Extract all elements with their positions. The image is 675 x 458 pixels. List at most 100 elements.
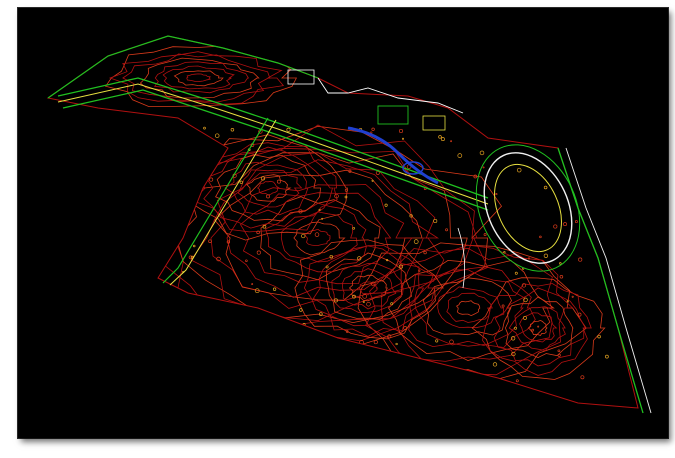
- feature-mark: [192, 244, 196, 248]
- feature-mark: [197, 308, 202, 312]
- feature-mark: [503, 251, 506, 254]
- feature-mark: [566, 300, 569, 303]
- feature-mark: [514, 271, 518, 275]
- contour-line: [455, 300, 481, 317]
- track-margin: [475, 144, 581, 272]
- feature-mark: [605, 354, 609, 359]
- contour-line: [215, 154, 322, 222]
- contour-line: [493, 287, 587, 367]
- feature-mark: [295, 372, 299, 376]
- feature-mark: [588, 153, 592, 157]
- contour-line: [293, 221, 346, 256]
- feature-mark: [597, 334, 601, 339]
- feature-mark: [423, 250, 427, 255]
- feature-mark: [375, 170, 380, 175]
- feature-mark: [610, 204, 615, 208]
- feature-mark: [482, 166, 485, 169]
- feature-mark: [373, 340, 378, 345]
- feature-mark: [352, 226, 356, 230]
- feature-mark: [539, 235, 542, 239]
- feature-mark: [196, 189, 201, 193]
- feature-mark: [438, 135, 442, 139]
- feature-mark: [230, 128, 235, 132]
- feature-mark: [209, 177, 214, 182]
- feature-mark: [557, 349, 561, 353]
- east-road-a: [557, 147, 644, 414]
- feature-mark: [209, 150, 212, 153]
- contour-line: [422, 277, 512, 336]
- feature-mark: [322, 372, 327, 377]
- feature-mark: [543, 185, 548, 190]
- feature-mark: [395, 342, 398, 346]
- feature-mark: [516, 167, 522, 173]
- feature-mark: [179, 354, 184, 359]
- building-c: [422, 115, 446, 131]
- feature-mark: [531, 328, 535, 332]
- feature-mark: [192, 299, 195, 303]
- feature-mark: [362, 294, 368, 299]
- feature-mark: [214, 158, 219, 163]
- feature-mark: [272, 287, 277, 291]
- feature-mark: [446, 365, 449, 368]
- feature-mark: [580, 375, 585, 380]
- feature-mark: [559, 275, 564, 279]
- feature-mark: [301, 233, 306, 239]
- feature-mark: [449, 339, 454, 345]
- contour-line: [446, 292, 493, 323]
- feature-mark: [371, 179, 374, 182]
- east-road-b: [565, 147, 652, 414]
- feature-mark: [359, 358, 362, 361]
- feature-mark: [299, 308, 303, 312]
- feature-mark: [479, 150, 485, 156]
- feature-mark: [609, 258, 614, 263]
- feature-mark: [557, 353, 561, 357]
- feature-mark: [362, 300, 365, 304]
- contour-line: [239, 192, 392, 285]
- feature-mark: [298, 383, 303, 388]
- feature-mark: [390, 302, 394, 306]
- feature-mark: [203, 126, 206, 130]
- feature-mark: [239, 180, 243, 184]
- feature-mark: [166, 366, 170, 371]
- contour-line: [210, 159, 440, 309]
- building-b: [377, 105, 409, 125]
- feature-mark: [603, 229, 606, 233]
- feature-mark: [276, 179, 281, 184]
- contour-map-drawing: [46, 35, 652, 414]
- feature-mark: [167, 169, 170, 172]
- feature-mark: [571, 295, 574, 298]
- contour-line: [471, 277, 606, 380]
- feature-mark: [527, 257, 531, 260]
- feature-mark: [384, 203, 388, 207]
- feature-mark: [492, 362, 498, 367]
- feature-mark: [495, 193, 498, 196]
- feature-mark: [235, 322, 238, 325]
- feature-mark: [553, 224, 558, 229]
- feature-mark: [574, 220, 578, 224]
- feature-mark: [343, 386, 347, 389]
- feature-mark: [578, 257, 583, 262]
- contour-line: [304, 228, 331, 246]
- feature-mark: [329, 372, 334, 377]
- feature-mark: [371, 127, 375, 131]
- feature-mark: [543, 253, 549, 258]
- feature-mark: [236, 375, 242, 380]
- contour-line: [294, 239, 444, 340]
- feature-mark: [179, 221, 183, 225]
- feature-mark: [413, 239, 419, 244]
- feature-mark: [256, 250, 261, 255]
- feature-mark: [251, 283, 254, 286]
- feature-mark: [433, 218, 438, 224]
- feature-mark: [588, 193, 594, 198]
- feature-mark: [293, 322, 298, 327]
- feature-mark: [366, 301, 371, 307]
- feature-mark: [613, 168, 616, 171]
- feature-mark: [322, 334, 327, 339]
- feature-mark: [186, 187, 191, 191]
- feature-mark: [435, 339, 439, 343]
- cad-viewport[interactable]: [18, 8, 668, 438]
- contour-line: [173, 70, 224, 87]
- feature-mark: [170, 335, 175, 340]
- feature-mark: [196, 383, 199, 386]
- feature-mark: [563, 222, 567, 227]
